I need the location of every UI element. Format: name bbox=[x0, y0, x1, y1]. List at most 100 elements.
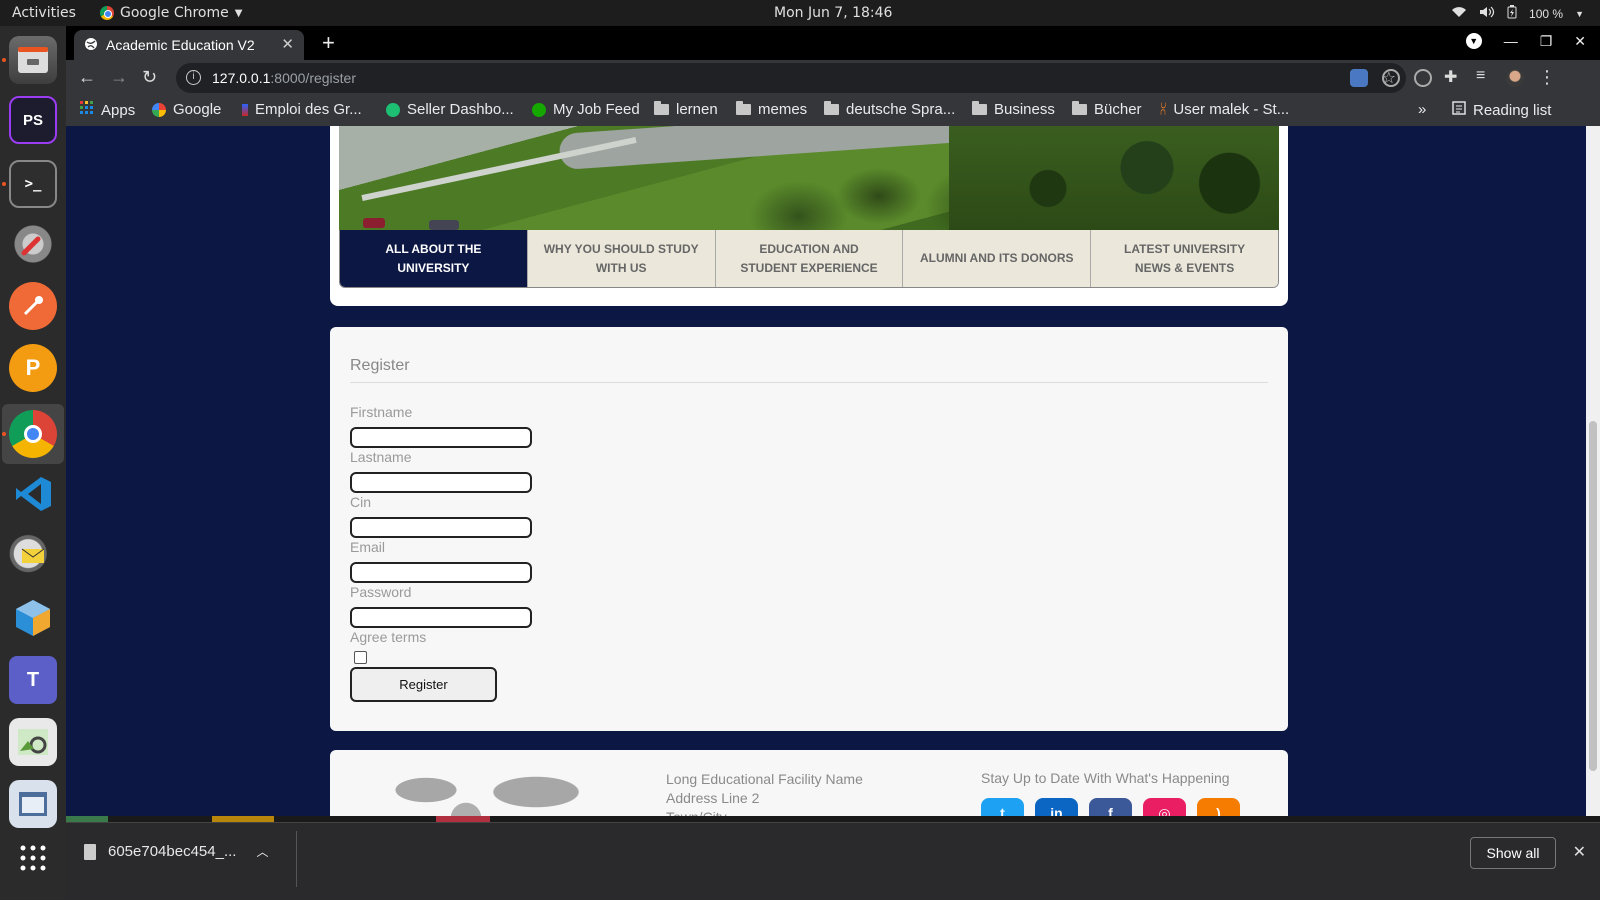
tab-why-study-with-us[interactable]: WHY YOU SHOULD STUDY WITH US bbox=[527, 230, 716, 287]
stackoverflow-icon: ⩆ bbox=[1160, 101, 1167, 117]
reading-list-icon bbox=[1452, 101, 1466, 119]
chrome-dock-icon[interactable] bbox=[9, 410, 57, 458]
scrollbar-thumb[interactable] bbox=[1589, 421, 1597, 771]
address-bar[interactable]: i 127.0.0.1:8000/register ☆ bbox=[176, 63, 1406, 93]
rss-icon[interactable]: ) bbox=[1197, 798, 1240, 816]
close-tab-icon[interactable]: ✕ bbox=[281, 35, 294, 53]
teams-icon[interactable]: T bbox=[9, 656, 57, 704]
bookmark-buecher[interactable]: Bücher bbox=[1072, 101, 1142, 118]
bookmark-google[interactable]: Google bbox=[152, 101, 221, 118]
password-label: Password bbox=[350, 584, 412, 600]
chevron-down-icon: ▼ bbox=[1575, 8, 1584, 19]
netbeans-icon[interactable] bbox=[9, 594, 57, 642]
register-button[interactable]: Register bbox=[350, 667, 497, 702]
forward-icon[interactable]: → bbox=[110, 67, 128, 88]
password-input[interactable] bbox=[350, 607, 532, 628]
folder-icon bbox=[654, 101, 669, 115]
more-menu-icon[interactable]: ⋮ bbox=[1538, 67, 1556, 88]
bookmark-stackoverflow-user[interactable]: ⩆ User malek - St... bbox=[1160, 101, 1289, 118]
folder-icon bbox=[736, 101, 751, 115]
bookmark-deutsche-sprache[interactable]: deutsche Spra... bbox=[824, 101, 955, 118]
chevron-up-icon[interactable]: ︿ bbox=[256, 843, 268, 860]
bookmark-emploi[interactable]: Emploi des Gr... bbox=[242, 101, 362, 118]
terminal-icon[interactable]: >_ bbox=[9, 160, 57, 208]
browser-tab[interactable]: Academic Education V2 ✕ bbox=[74, 30, 304, 60]
translate-extension-icon[interactable] bbox=[1350, 69, 1368, 87]
facebook-icon[interactable]: f bbox=[1089, 798, 1132, 816]
linkedin-icon[interactable]: in bbox=[1035, 798, 1078, 816]
fiverr-icon bbox=[386, 102, 400, 117]
phpstorm-icon[interactable]: PS bbox=[9, 96, 57, 144]
hero-section: ALL ABOUT THE UNIVERSITY WHY YOU SHOULD … bbox=[330, 126, 1288, 306]
profile-avatar[interactable] bbox=[1506, 69, 1524, 87]
instagram-icon[interactable]: ◎ bbox=[1143, 798, 1186, 816]
image-viewer-icon[interactable] bbox=[9, 718, 57, 766]
volume-icon bbox=[1479, 6, 1495, 21]
chrome-icon bbox=[100, 6, 114, 20]
bookmark-business[interactable]: Business bbox=[972, 101, 1055, 118]
browser-toolbar: ← → ↻ i 127.0.0.1:8000/register ☆ ✚ ≡ ⋮ bbox=[66, 60, 1600, 96]
reading-list-button[interactable]: Reading list bbox=[1452, 101, 1551, 119]
email-input[interactable] bbox=[350, 562, 532, 583]
browser-tab-strip: Academic Education V2 ✕ + ▼ — ❐ ✕ bbox=[66, 26, 1600, 60]
app-menu[interactable]: Google Chrome ▼ bbox=[100, 5, 242, 21]
vscode-icon[interactable] bbox=[9, 470, 57, 518]
files-icon[interactable] bbox=[9, 36, 57, 84]
folder-icon bbox=[1072, 101, 1087, 115]
folder-icon bbox=[972, 101, 987, 115]
campus-aerial-image bbox=[339, 126, 1279, 230]
new-tab-button[interactable]: + bbox=[322, 30, 335, 56]
minimize-icon[interactable]: — bbox=[1504, 33, 1518, 50]
facility-name: Long Educational Facility Name bbox=[666, 771, 863, 787]
cin-label: Cin bbox=[350, 494, 372, 510]
page-scrollbar[interactable] bbox=[1586, 126, 1600, 816]
lastname-label: Lastname bbox=[350, 449, 412, 465]
close-shelf-icon[interactable]: ✕ bbox=[1573, 842, 1586, 862]
tab-search-icon[interactable]: ▼ bbox=[1465, 33, 1482, 49]
extensions-puzzle-icon[interactable]: ✚ bbox=[1444, 67, 1457, 87]
clock[interactable]: Mon Jun 7, 18:46 bbox=[774, 5, 892, 21]
site-info-icon[interactable]: i bbox=[186, 70, 201, 85]
restore-icon[interactable]: ❐ bbox=[1540, 33, 1553, 50]
screenshot-icon[interactable] bbox=[9, 780, 57, 828]
register-form: Register Firstname Lastname Cin Email Pa… bbox=[330, 327, 1288, 731]
system-tools-icon[interactable] bbox=[9, 220, 57, 268]
globe-icon bbox=[84, 37, 98, 54]
extension-clock-icon[interactable] bbox=[1382, 69, 1400, 87]
bookmark-seller-dashboard[interactable]: Seller Dashbo... bbox=[386, 101, 514, 118]
university-nav-tabs: ALL ABOUT THE UNIVERSITY WHY YOU SHOULD … bbox=[339, 230, 1279, 288]
extension-script-icon[interactable] bbox=[1414, 69, 1432, 87]
app-name: Google Chrome bbox=[120, 5, 229, 21]
twitter-icon[interactable]: t bbox=[981, 798, 1024, 816]
bookmark-memes[interactable]: memes bbox=[736, 101, 807, 118]
activities-button[interactable]: Activities bbox=[12, 5, 76, 21]
postman-icon[interactable] bbox=[9, 282, 57, 330]
url-host: 127.0.0.1 bbox=[212, 70, 271, 86]
agree-terms-label: Agree terms bbox=[350, 629, 427, 645]
cin-input[interactable] bbox=[350, 517, 532, 538]
reload-icon[interactable]: ↻ bbox=[142, 67, 157, 88]
close-window-icon[interactable]: ✕ bbox=[1574, 33, 1586, 50]
tab-latest-news-events[interactable]: LATEST UNIVERSITY NEWS & EVENTS bbox=[1091, 230, 1278, 287]
tab-education-student-experience[interactable]: EDUCATION AND STUDENT EXPERIENCE bbox=[715, 230, 904, 287]
stay-updated-heading: Stay Up to Date With What's Happening bbox=[981, 770, 1230, 786]
system-tray[interactable]: 100 % ▼ bbox=[1451, 5, 1584, 22]
tab-alumni-donors[interactable]: ALUMNI AND ITS DONORS bbox=[903, 230, 1092, 287]
back-icon[interactable]: ← bbox=[78, 67, 96, 88]
download-item[interactable]: 605e704bec454_... ︿ bbox=[84, 843, 268, 860]
agree-terms-checkbox[interactable] bbox=[354, 651, 367, 664]
media-control-icon[interactable]: ≡ bbox=[1476, 67, 1485, 85]
bookmark-my-job-feed[interactable]: My Job Feed bbox=[532, 101, 640, 118]
lastname-input[interactable] bbox=[350, 472, 532, 493]
show-all-downloads-button[interactable]: Show all bbox=[1470, 837, 1556, 869]
pidgin-icon[interactable]: P bbox=[9, 344, 57, 392]
bookmark-lernen[interactable]: lernen bbox=[654, 101, 718, 118]
download-shelf: 605e704bec454_... ︿ Show all ✕ bbox=[66, 822, 1600, 900]
battery-percent: 100 % bbox=[1529, 6, 1564, 21]
firstname-input[interactable] bbox=[350, 427, 532, 448]
tab-all-about-university[interactable]: ALL ABOUT THE UNIVERSITY bbox=[340, 230, 528, 287]
bookmarks-overflow-button[interactable]: » bbox=[1418, 101, 1426, 118]
bookmark-apps[interactable]: Apps bbox=[80, 101, 135, 119]
show-applications-icon[interactable] bbox=[9, 834, 57, 882]
mail-search-icon[interactable] bbox=[9, 532, 57, 580]
